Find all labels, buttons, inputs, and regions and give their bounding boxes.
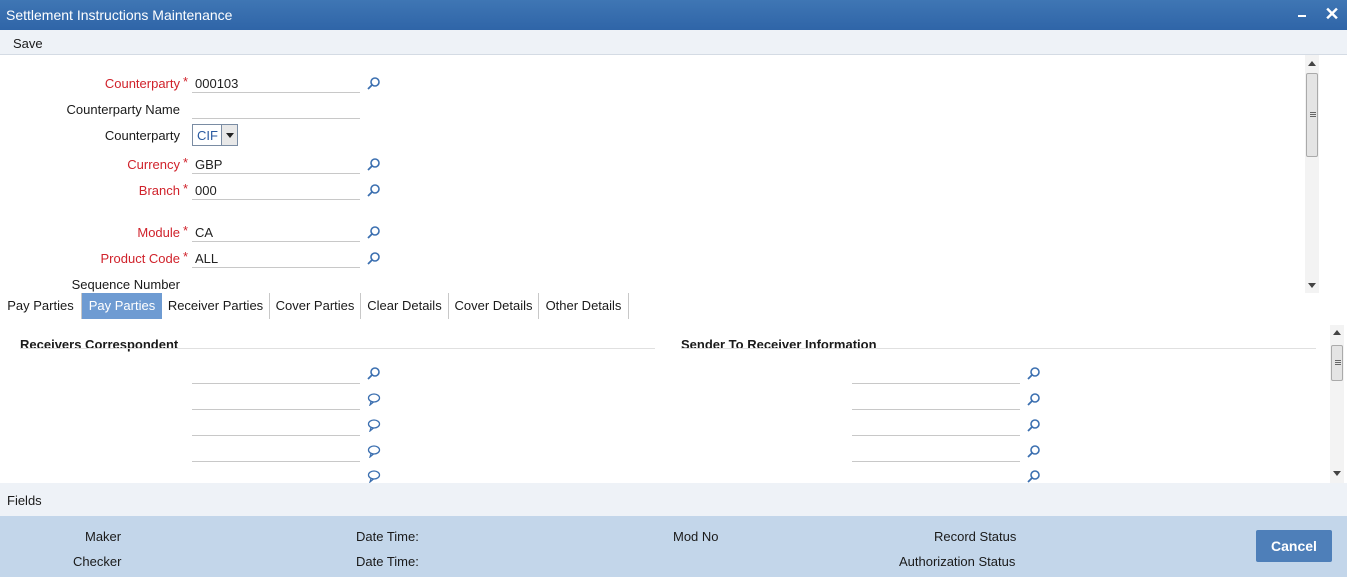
receivers-correspondent-line-3[interactable] [192, 414, 360, 436]
branch-label: Branch [138, 183, 180, 198]
divider [681, 348, 1316, 349]
scroll-up-icon[interactable] [1333, 330, 1341, 335]
module-field[interactable] [192, 220, 360, 242]
toolbar: Save [0, 30, 1347, 55]
close-icon[interactable]: ✕ [1323, 4, 1341, 24]
speech-bubble-icon[interactable] [367, 392, 381, 406]
search-icon[interactable] [1027, 469, 1041, 483]
counterparty-name-field[interactable] [192, 97, 360, 119]
scroll-down-icon[interactable] [1333, 471, 1341, 476]
scrollbar-thumb[interactable] [1331, 345, 1343, 381]
header-form: Counterparty * Counterparty Name Counter… [0, 55, 1300, 295]
fields-link[interactable]: Fields [7, 493, 42, 508]
mod-no-label: Mod No [673, 529, 719, 544]
scrollbar-thumb[interactable] [1306, 73, 1318, 157]
product-code-field[interactable] [192, 246, 360, 268]
tab-pay-parties[interactable]: Pay Parties [0, 293, 82, 319]
sender-to-receiver-line-3[interactable] [852, 414, 1020, 436]
product-code-label: Product Code [100, 251, 181, 266]
tab-cover-parties[interactable]: Cover Parties [270, 293, 361, 319]
divider [20, 348, 655, 349]
save-button[interactable]: Save [13, 36, 43, 51]
required-marker: * [183, 155, 189, 170]
fields-bar: Fields [0, 483, 1347, 516]
tab-bar: Pay Parties Pay Parties Receiver Parties… [0, 293, 1347, 319]
module-label: Module [137, 225, 180, 240]
maker-date-time-label: Date Time: [356, 529, 419, 544]
currency-label: Currency [127, 157, 180, 172]
tab-pay-parties-active[interactable]: Pay Parties [82, 293, 162, 319]
receivers-correspondent-line-2[interactable] [192, 388, 360, 410]
maker-label: Maker [85, 529, 122, 544]
tab-other-details[interactable]: Other Details [539, 293, 629, 319]
audit-footer: Maker Checker Date Time: Date Time: Mod … [0, 516, 1347, 577]
counterparty-name-label: Counterparty Name [66, 102, 180, 117]
branch-field[interactable] [192, 178, 360, 200]
search-icon[interactable] [367, 225, 381, 239]
authorization-status-label: Authorization Status [899, 554, 1016, 569]
counterparty-type-select[interactable]: CIF [192, 124, 238, 146]
tab-cover-details[interactable]: Cover Details [449, 293, 539, 319]
sender-to-receiver-line-2[interactable] [852, 388, 1020, 410]
cancel-button[interactable]: Cancel [1256, 530, 1332, 562]
header-scrollbar[interactable] [1305, 55, 1319, 293]
sequence-number-value [192, 272, 360, 294]
search-icon[interactable] [367, 76, 381, 90]
search-icon[interactable] [1027, 444, 1041, 458]
counterparty-type-label: Counterparty [104, 128, 180, 143]
sender-to-receiver-line-4[interactable] [852, 440, 1020, 462]
speech-bubble-icon[interactable] [367, 444, 381, 458]
tab-receiver-parties[interactable]: Receiver Parties [162, 293, 270, 319]
receivers-correspondent-heading: Receivers Correspondent [20, 337, 179, 352]
required-marker: * [183, 181, 189, 196]
tab-content-scrollbar[interactable] [1330, 325, 1344, 483]
title-bar: Settlement Instructions Maintenance ✕ [0, 0, 1347, 30]
speech-bubble-icon[interactable] [367, 469, 381, 483]
sender-to-receiver-line-1[interactable] [852, 362, 1020, 384]
required-marker: * [183, 223, 189, 238]
chevron-down-icon[interactable] [221, 125, 237, 145]
speech-bubble-icon[interactable] [367, 418, 381, 432]
required-marker: * [183, 74, 189, 89]
currency-field[interactable] [192, 152, 360, 174]
grip-icon [1310, 112, 1316, 117]
checker-date-time-label: Date Time: [356, 554, 419, 569]
window-title: Settlement Instructions Maintenance [6, 7, 233, 23]
counterparty-label: Counterparty [104, 76, 180, 91]
counterparty-field[interactable] [192, 71, 360, 93]
tab-clear-details[interactable]: Clear Details [361, 293, 449, 319]
receivers-correspondent-line-1[interactable] [192, 362, 360, 384]
receivers-correspondent-line-4[interactable] [192, 440, 360, 462]
search-icon[interactable] [1027, 418, 1041, 432]
scroll-up-icon[interactable] [1308, 61, 1316, 66]
search-icon[interactable] [367, 366, 381, 380]
search-icon[interactable] [1027, 366, 1041, 380]
counterparty-type-value: CIF [197, 128, 218, 143]
scroll-down-icon[interactable] [1308, 283, 1316, 288]
sequence-number-label: Sequence Number [71, 277, 180, 292]
search-icon[interactable] [1027, 392, 1041, 406]
search-icon[interactable] [367, 251, 381, 265]
checker-label: Checker [73, 554, 122, 569]
search-icon[interactable] [367, 183, 381, 197]
search-icon[interactable] [367, 157, 381, 171]
required-marker: * [183, 249, 189, 264]
grip-icon [1335, 360, 1341, 365]
sender-to-receiver-heading: Sender To Receiver Information [681, 337, 877, 352]
minimize-icon[interactable] [1294, 5, 1310, 21]
record-status-label: Record Status [934, 529, 1017, 544]
